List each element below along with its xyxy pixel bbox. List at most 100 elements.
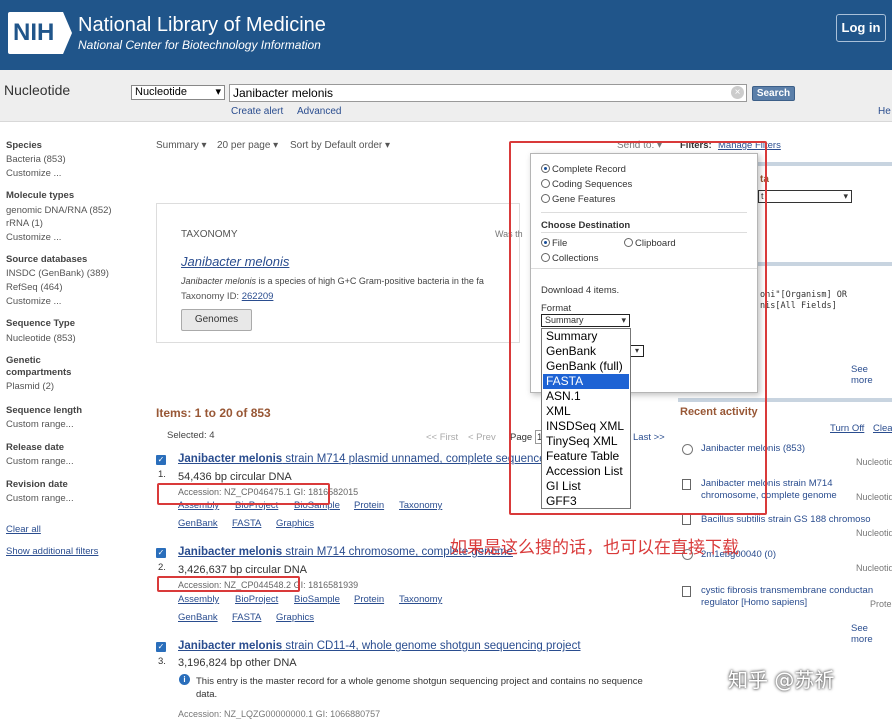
chevron-down-icon: ▾: [843, 191, 848, 201]
result-checkbox[interactable]: ✓: [156, 642, 166, 652]
result-checkbox[interactable]: ✓: [156, 548, 166, 558]
result-title-rest: strain CD11-4, whole genome shotgun sequ…: [282, 640, 581, 652]
advanced-link[interactable]: Advanced: [297, 106, 341, 117]
document-icon: [682, 586, 691, 597]
filter-heading-genetic: Genetic: [6, 355, 41, 366]
search-button[interactable]: Search: [752, 86, 795, 101]
clear-all-link[interactable]: Clear all: [6, 524, 41, 535]
filter-heading-seqtype: Sequence Type: [6, 318, 75, 329]
result-size: 3,426,637 bp circular DNA: [178, 564, 308, 576]
filter-heading-revision: Revision date: [6, 479, 68, 490]
document-icon: [682, 514, 691, 525]
genomes-button[interactable]: Genomes: [181, 309, 252, 331]
summary-dropdown[interactable]: Summary ▾: [156, 140, 207, 151]
filter-item[interactable]: Customize ...: [6, 168, 61, 179]
org-subtitle: National Center for Biotechnology Inform…: [78, 38, 321, 52]
assembly-link[interactable]: Assembly: [178, 594, 219, 605]
result-size: 3,196,824 bp other DNA: [178, 657, 297, 669]
filter-heading-source: Source databases: [6, 254, 88, 265]
clear-link[interactable]: Clea: [873, 423, 892, 434]
result-title-rest: strain M714 plasmid unnamed, complete se…: [282, 453, 546, 465]
help-link[interactable]: He: [878, 106, 891, 117]
see-more-link[interactable]: See more: [851, 623, 892, 645]
graphics-link[interactable]: Graphics: [276, 612, 314, 623]
red-highlight-box: [157, 576, 300, 592]
info-icon: i: [179, 674, 190, 685]
activity-source: Nucleotid: [856, 457, 892, 467]
filter-item[interactable]: Custom range...: [6, 493, 74, 504]
taxonomy-link[interactable]: Taxonomy: [399, 500, 442, 511]
see-more-link[interactable]: See more: [851, 364, 892, 386]
search-details-line: nis[All Fields]: [760, 301, 837, 311]
result-title-link[interactable]: Janibacter melonis strain M714 plasmid u…: [178, 453, 546, 465]
db-select[interactable]: Nucleotide ▾: [131, 85, 225, 100]
taxonomy-desc-name: Janibacter melonis: [181, 276, 257, 286]
protein-link[interactable]: Protein: [354, 500, 384, 511]
biosample-link[interactable]: BioSample: [294, 594, 340, 605]
protein-link[interactable]: Protein: [354, 594, 384, 605]
activity-source: Nucleotid: [856, 563, 892, 573]
filter-item[interactable]: RefSeq (464): [6, 282, 63, 293]
search-details-text: oni"[Organism] OR nis[All Fields]: [760, 290, 847, 312]
graphics-link[interactable]: Graphics: [276, 518, 314, 529]
taxonomy-id-link[interactable]: 262209: [242, 291, 274, 302]
per-page-dropdown[interactable]: 20 per page ▾: [217, 140, 278, 151]
result-number: 2.: [158, 562, 166, 573]
filter-item[interactable]: rRNA (1): [6, 218, 43, 229]
prev-page-link[interactable]: < Prev: [468, 432, 496, 443]
sort-dropdown[interactable]: Sort by Default order ▾: [290, 140, 390, 151]
create-alert-link[interactable]: Create alert: [231, 106, 283, 117]
bioproject-link[interactable]: BioProject: [235, 594, 278, 605]
filter-heading-genetic-2: compartments: [6, 367, 72, 378]
result-checkbox[interactable]: ✓: [156, 455, 166, 465]
nih-logo[interactable]: NIH: [8, 12, 72, 54]
filter-item[interactable]: genomic DNA/RNA (852): [6, 205, 112, 216]
show-additional-filters-link[interactable]: Show additional filters: [6, 546, 98, 557]
taxonomy-id: Taxonomy ID: 262209: [181, 291, 273, 302]
login-button[interactable]: Log in: [836, 14, 886, 42]
result-info-text: This entry is the master record for a wh…: [196, 676, 643, 700]
filter-heading-molecule: Molecule types: [6, 190, 75, 201]
filter-item[interactable]: Custom range...: [6, 456, 74, 467]
filter-heading-seqlen: Sequence length: [6, 405, 83, 416]
filter-heading-species: Species: [6, 140, 42, 151]
filter-item[interactable]: Custom range...: [6, 419, 74, 430]
filter-item[interactable]: Plasmid (2): [6, 381, 54, 392]
activity-source: Nucleotid: [856, 492, 892, 502]
taxonomy-desc-text: is a species of high G+C Gram-positive b…: [256, 276, 484, 286]
filter-item[interactable]: Bacteria (853): [6, 154, 66, 165]
db-name: Nucleotide: [4, 82, 71, 98]
taxonomy-link[interactable]: Taxonomy: [399, 594, 442, 605]
clear-icon[interactable]: ×: [731, 86, 744, 99]
activity-link[interactable]: cystic fibrosis transmembrane conductan …: [701, 585, 892, 609]
filter-item[interactable]: INSDC (GenBank) (389): [6, 268, 109, 279]
activity-source: Prote: [870, 599, 892, 609]
org-title[interactable]: National Library of Medicine: [78, 14, 326, 37]
genbank-link[interactable]: GenBank: [178, 612, 218, 623]
turn-off-link[interactable]: Turn Off: [830, 423, 864, 434]
result-title-bold: Janibacter melonis: [178, 453, 283, 465]
fasta-link[interactable]: FASTA: [232, 518, 261, 529]
result-title-bold: Janibacter melonis: [178, 640, 283, 652]
activity-link[interactable]: Bacillus subtilis strain GS 188 chromoso: [701, 514, 871, 526]
taxonomy-description: Janibacter melonis is a species of high …: [181, 276, 521, 286]
filter-heading-release: Release date: [6, 442, 65, 453]
result-title-link[interactable]: Janibacter melonis strain CD11-4, whole …: [178, 640, 581, 652]
red-highlight-box: [157, 483, 330, 505]
search-input[interactable]: Janibacter melonis: [229, 84, 747, 102]
db-select-value: Nucleotide: [135, 86, 187, 98]
red-highlight-box: [509, 141, 767, 515]
filter-item[interactable]: Customize ...: [6, 232, 61, 243]
taxonomy-name-link[interactable]: Janibacter melonis: [181, 254, 289, 269]
taxonomy-label: TAXONOMY: [181, 229, 238, 240]
first-page-link[interactable]: << First: [426, 432, 458, 443]
result-title-bold: Janibacter melonis: [178, 546, 283, 558]
items-count: Items: 1 to 20 of 853: [156, 406, 271, 420]
selected-count: Selected: 4: [167, 430, 215, 441]
right-box-select[interactable]: t ▾: [758, 190, 852, 203]
genbank-link[interactable]: GenBank: [178, 518, 218, 529]
annotation-text: 如果是这么搜的话，也可以在直接下载: [450, 538, 739, 558]
filter-item[interactable]: Nucleotide (853): [6, 333, 76, 344]
filter-item[interactable]: Customize ...: [6, 296, 61, 307]
fasta-link[interactable]: FASTA: [232, 612, 261, 623]
